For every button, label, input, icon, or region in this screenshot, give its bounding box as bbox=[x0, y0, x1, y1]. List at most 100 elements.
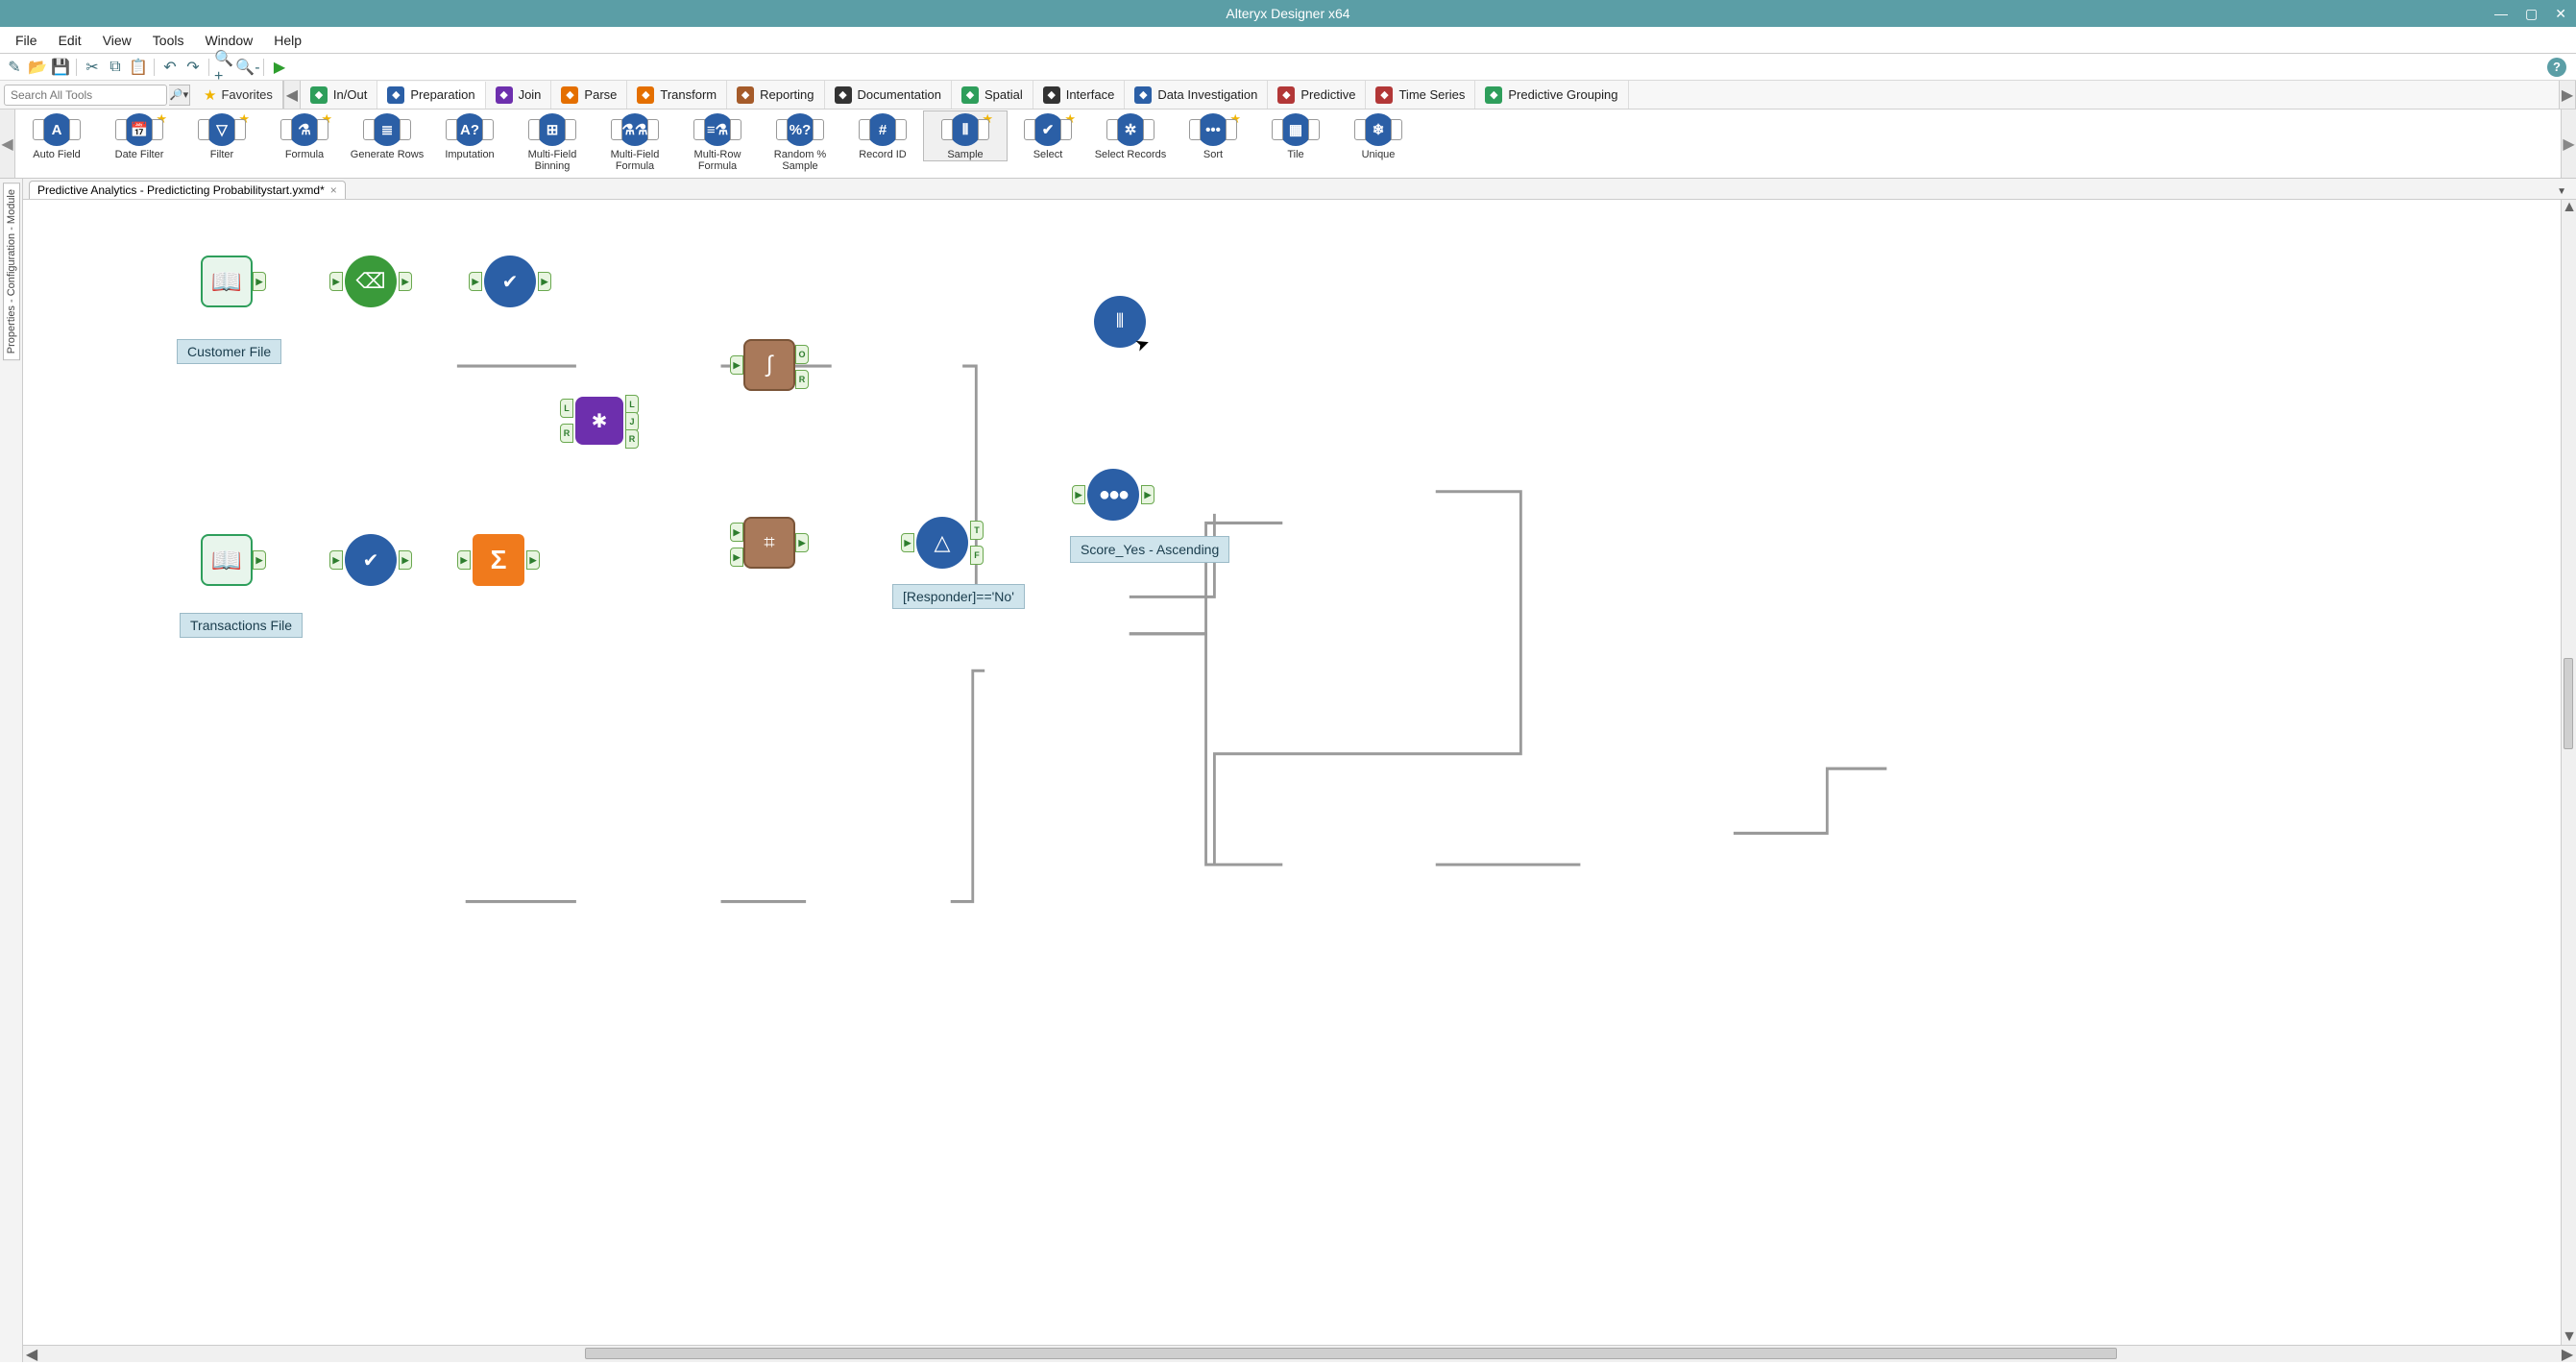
palette-scroll-left[interactable]: ◀ bbox=[0, 110, 15, 178]
tool-select[interactable]: ★✔Select bbox=[1007, 111, 1089, 160]
node-logistic-regression[interactable]: ∫ ▶ O R bbox=[743, 339, 795, 391]
tool-random-sample[interactable]: %?Random % Sample bbox=[759, 111, 841, 172]
anchor-out-o[interactable]: O bbox=[795, 345, 809, 364]
menu-tools[interactable]: Tools bbox=[143, 30, 194, 51]
palette-scroll-right[interactable]: ▶ bbox=[2561, 110, 2576, 178]
redo-button[interactable]: ↷ bbox=[182, 57, 204, 78]
tool-filter[interactable]: ★▽Filter bbox=[181, 111, 263, 160]
anchor-in[interactable]: ▶ bbox=[1072, 485, 1085, 504]
anchor-in[interactable]: ▶ bbox=[329, 550, 343, 570]
undo-button[interactable]: ↶ bbox=[159, 57, 181, 78]
tool-unique[interactable]: ❄Unique bbox=[1337, 111, 1420, 160]
tool-sample[interactable]: ★⦀Sample bbox=[924, 111, 1007, 160]
node-summarize[interactable]: Σ ▶ ▶ bbox=[473, 534, 524, 586]
category-tab-transform[interactable]: ◆Transform bbox=[627, 81, 727, 109]
category-tab-reporting[interactable]: ◆Reporting bbox=[727, 81, 824, 109]
tool-tile[interactable]: ▦Tile bbox=[1254, 111, 1337, 160]
node-join[interactable]: ✱ L R L J R bbox=[575, 397, 623, 445]
tool-generate-rows[interactable]: ≣Generate Rows bbox=[346, 111, 428, 160]
open-button[interactable]: 📂 bbox=[27, 57, 48, 78]
anchor-out-r[interactable]: R bbox=[795, 370, 809, 389]
run-button[interactable]: ▶ bbox=[269, 57, 290, 78]
anchor-out-l[interactable]: L bbox=[625, 395, 639, 414]
menu-view[interactable]: View bbox=[93, 30, 141, 51]
menu-edit[interactable]: Edit bbox=[49, 30, 91, 51]
node-input-transactions[interactable]: 📖 ▶ bbox=[201, 534, 253, 586]
category-scroll-left[interactable]: ◀ bbox=[283, 81, 301, 109]
anchor-out[interactable]: ▶ bbox=[538, 272, 551, 291]
category-tab-in-out[interactable]: ◆In/Out bbox=[301, 81, 377, 109]
anchor-out-t[interactable]: T bbox=[970, 521, 984, 540]
tool-date-filter[interactable]: ★📅Date Filter bbox=[98, 111, 181, 160]
anchor-out[interactable]: ▶ bbox=[253, 550, 266, 570]
anchor-out-j[interactable]: J bbox=[625, 412, 639, 431]
menu-file[interactable]: File bbox=[6, 30, 47, 51]
category-tab-interface[interactable]: ◆Interface bbox=[1033, 81, 1126, 109]
category-scroll-right[interactable]: ▶ bbox=[2559, 81, 2576, 109]
document-tab[interactable]: Predictive Analytics - Predicticting Pro… bbox=[29, 181, 346, 199]
horizontal-scrollbar[interactable]: ◀ ▶ bbox=[23, 1345, 2576, 1362]
anchor-out[interactable]: ▶ bbox=[1141, 485, 1154, 504]
search-input[interactable] bbox=[4, 85, 167, 106]
anchor-in-r[interactable]: R bbox=[560, 424, 573, 443]
category-tab-predictive[interactable]: ◆Predictive bbox=[1268, 81, 1366, 109]
paste-button[interactable]: 📋 bbox=[128, 57, 149, 78]
minimize-button[interactable]: — bbox=[2491, 6, 2512, 21]
help-button[interactable]: ? bbox=[2547, 58, 2566, 77]
vertical-scrollbar[interactable]: ▲ ▼ bbox=[2561, 200, 2576, 1345]
anchor-in[interactable]: ▶ bbox=[329, 272, 343, 291]
menu-help[interactable]: Help bbox=[264, 30, 311, 51]
document-tab-close[interactable]: × bbox=[330, 183, 337, 197]
anchor-out-r[interactable]: R bbox=[625, 429, 639, 449]
zoom-out-button[interactable]: 🔍- bbox=[237, 57, 258, 78]
node-sample-dragged[interactable]: ⦀ bbox=[1094, 296, 1146, 348]
tool-auto-field[interactable]: AAuto Field bbox=[15, 111, 98, 160]
workflow-canvas[interactable]: 📖 ▶ Customer File ⌫ ▶ ▶ ✔ ▶ ▶ bbox=[23, 200, 2576, 1345]
anchor-out[interactable]: ▶ bbox=[399, 272, 412, 291]
document-tabs-menu[interactable]: ▼ bbox=[2551, 184, 2572, 199]
save-button[interactable]: 💾 bbox=[50, 57, 71, 78]
tool-multi-row-formula[interactable]: ≡⚗Multi-Row Formula bbox=[676, 111, 759, 172]
category-tab-preparation[interactable]: ◆Preparation bbox=[377, 82, 485, 109]
node-sort[interactable]: ●●● ▶ ▶ bbox=[1087, 469, 1139, 521]
vertical-scroll-thumb[interactable] bbox=[2564, 658, 2573, 749]
node-filter[interactable]: △ ▶ T F bbox=[916, 517, 968, 569]
category-tab-spatial[interactable]: ◆Spatial bbox=[952, 81, 1033, 109]
category-tab-time-series[interactable]: ◆Time Series bbox=[1366, 81, 1475, 109]
category-tab-join[interactable]: ◆Join bbox=[486, 81, 552, 109]
tool-formula[interactable]: ★⚗Formula bbox=[263, 111, 346, 160]
zoom-in-button[interactable]: 🔍+ bbox=[214, 57, 235, 78]
anchor-out[interactable]: ▶ bbox=[399, 550, 412, 570]
tool-imputation[interactable]: A?Imputation bbox=[428, 111, 511, 160]
horizontal-scroll-thumb[interactable] bbox=[585, 1348, 2117, 1359]
anchor-in[interactable]: ▶ bbox=[457, 550, 471, 570]
tool-record-id[interactable]: #Record ID bbox=[841, 111, 924, 160]
node-data-cleansing[interactable]: ⌫ ▶ ▶ bbox=[345, 256, 397, 307]
properties-tab[interactable]: Properties - Configuration - Module bbox=[3, 183, 20, 360]
anchor-out[interactable]: ▶ bbox=[795, 533, 809, 552]
anchor-in[interactable]: ▶ bbox=[901, 533, 914, 552]
tool-sort[interactable]: ★•••Sort bbox=[1172, 111, 1254, 160]
favorites-tab[interactable]: ★ Favorites bbox=[194, 81, 283, 109]
anchor-out[interactable]: ▶ bbox=[526, 550, 540, 570]
search-go-button[interactable]: 🔎▾ bbox=[169, 85, 190, 106]
category-tab-data-investigation[interactable]: ◆Data Investigation bbox=[1125, 81, 1268, 109]
category-tab-predictive-grouping[interactable]: ◆Predictive Grouping bbox=[1475, 81, 1628, 109]
copy-button[interactable]: ⧉ bbox=[105, 57, 126, 78]
category-tab-documentation[interactable]: ◆Documentation bbox=[825, 81, 952, 109]
anchor-in[interactable]: ▶ bbox=[730, 355, 743, 375]
node-score[interactable]: ⌗ ▶ ▶ ▶ bbox=[743, 517, 795, 569]
node-select-top[interactable]: ✔ ▶ ▶ bbox=[484, 256, 536, 307]
node-input-customer[interactable]: 📖 ▶ bbox=[201, 256, 253, 307]
tool-multi-field-formula[interactable]: ⚗⚗Multi-Field Formula bbox=[594, 111, 676, 172]
anchor-in-l[interactable]: L bbox=[560, 399, 573, 418]
anchor-out-f[interactable]: F bbox=[970, 546, 984, 565]
anchor-in-top[interactable]: ▶ bbox=[730, 523, 743, 542]
close-window-button[interactable]: ✕ bbox=[2551, 6, 2570, 22]
node-select-bottom[interactable]: ✔ ▶ ▶ bbox=[345, 534, 397, 586]
anchor-in[interactable]: ▶ bbox=[469, 272, 482, 291]
tool-select-records[interactable]: ✲Select Records bbox=[1089, 111, 1172, 160]
category-tab-parse[interactable]: ◆Parse bbox=[551, 81, 627, 109]
maximize-button[interactable]: ▢ bbox=[2521, 6, 2541, 22]
menu-window[interactable]: Window bbox=[195, 30, 262, 51]
